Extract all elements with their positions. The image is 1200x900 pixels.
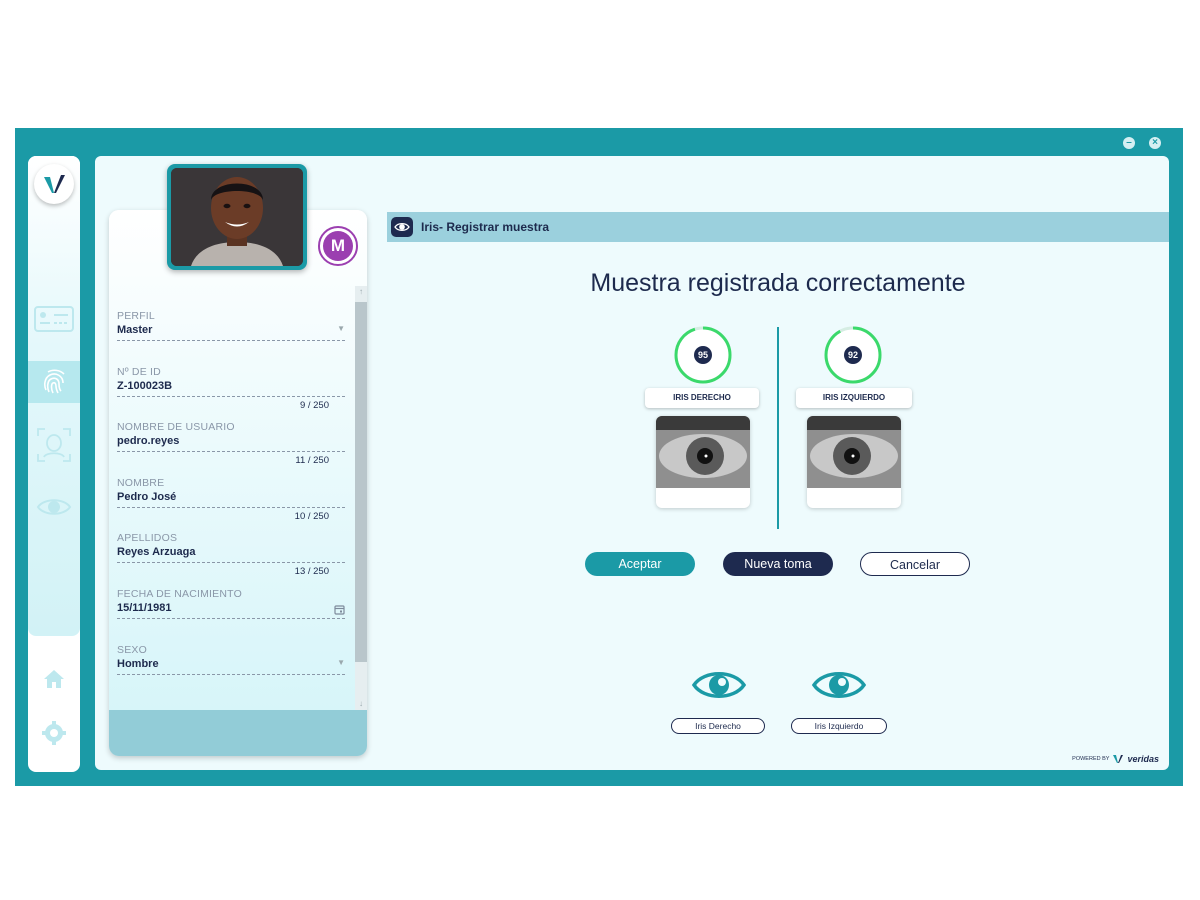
- eye-icon[interactable]: [28, 486, 80, 528]
- field-apellidos[interactable]: APELLIDOS Reyes Arzuaga 13 / 250: [117, 532, 345, 577]
- fingerprint-icon[interactable]: [28, 361, 80, 403]
- field-underline: [117, 674, 345, 675]
- field-value: pedro.reyes: [117, 435, 180, 447]
- profile-badge-letter: M: [323, 231, 353, 261]
- field-label: NOMBRE DE USUARIO: [117, 421, 235, 433]
- user-card-footer: [109, 710, 367, 756]
- field-value: Master: [117, 324, 153, 336]
- profile-badge: M: [318, 226, 358, 266]
- char-counter: 10 / 250: [294, 511, 329, 522]
- scrollbar-thumb[interactable]: [355, 302, 367, 662]
- field-underline: [117, 451, 345, 452]
- main-panel: ↑ ↓ PERFIL Master ▼ Nº DE ID Z-100023B 9…: [95, 156, 1169, 770]
- user-card: ↑ ↓ PERFIL Master ▼ Nº DE ID Z-100023B 9…: [109, 210, 367, 756]
- field-username[interactable]: NOMBRE DE USUARIO pedro.reyes 11 / 250: [117, 421, 345, 466]
- score-value: 95: [694, 346, 712, 364]
- field-fecha-nacimiento[interactable]: FECHA DE NACIMIENTO 15/11/1981: [117, 588, 345, 619]
- field-underline: [117, 340, 345, 341]
- eye-icon: [391, 217, 413, 237]
- iris-divider: [777, 327, 779, 529]
- id-card-icon[interactable]: [28, 298, 80, 340]
- field-label: FECHA DE NACIMIENTO: [117, 588, 242, 600]
- gear-icon[interactable]: [28, 712, 80, 754]
- scroll-down-icon[interactable]: ↓: [355, 698, 367, 710]
- field-label: APELLIDOS: [117, 532, 178, 544]
- app-logo: [34, 164, 74, 204]
- cancel-button[interactable]: Cancelar: [860, 552, 970, 576]
- char-counter: 13 / 250: [294, 566, 329, 577]
- nav-rail: [28, 156, 80, 772]
- iris-left-score-gauge: 92: [823, 325, 883, 385]
- field-underline: [117, 507, 345, 508]
- success-message: Muestra registrada correctamente: [590, 269, 966, 297]
- iris-right-image: [656, 416, 750, 508]
- iris-right-selector[interactable]: Iris Derecho: [671, 718, 765, 734]
- iris-left-image: [807, 416, 901, 508]
- iris-right-score-gauge: 95: [673, 325, 733, 385]
- field-value: Z-100023B: [117, 380, 173, 392]
- field-label: NOMBRE: [117, 477, 165, 489]
- eye-right-icon[interactable]: [691, 667, 747, 708]
- field-underline: [117, 396, 345, 397]
- eye-left-icon[interactable]: [811, 667, 867, 708]
- scroll-up-icon[interactable]: ↑: [355, 286, 367, 298]
- new-take-button[interactable]: Nueva toma: [723, 552, 833, 576]
- close-icon[interactable]: ×: [1149, 137, 1161, 149]
- app-window: – × ↑ ↓ PERFIL Master ▼ Nº DE ID Z-10002…: [15, 128, 1183, 786]
- powered-by-label: POWERED BY: [1072, 756, 1110, 762]
- home-icon[interactable]: [28, 658, 80, 700]
- field-label: SEXO: [117, 644, 147, 656]
- brand-logo-icon: [1113, 755, 1124, 763]
- calendar-icon[interactable]: [334, 602, 345, 620]
- field-label: Nº DE ID: [117, 366, 161, 378]
- field-nombre[interactable]: NOMBRE Pedro José 10 / 250: [117, 477, 345, 522]
- user-photo: [167, 164, 307, 270]
- dropdown-arrow-icon[interactable]: ▼: [337, 324, 345, 333]
- dropdown-arrow-icon[interactable]: ▼: [337, 658, 345, 667]
- section-title: Iris- Registrar muestra: [421, 220, 550, 234]
- field-value: Hombre: [117, 658, 159, 670]
- char-counter: 11 / 250: [295, 455, 329, 466]
- user-photo-image: [171, 168, 303, 266]
- scrollbar[interactable]: ↑ ↓: [355, 286, 367, 710]
- accept-button[interactable]: Aceptar: [585, 552, 695, 576]
- field-value: Reyes Arzuaga: [117, 546, 196, 558]
- field-sexo[interactable]: SEXO Hombre ▼: [117, 644, 345, 675]
- brand-name: veridas: [1127, 754, 1159, 764]
- nav-rail-top: [28, 156, 80, 636]
- iris-right-label: IRIS DERECHO: [645, 388, 759, 408]
- char-counter: 9 / 250: [299, 400, 329, 411]
- powered-by: POWERED BY veridas: [1072, 754, 1159, 764]
- field-underline: [117, 562, 345, 563]
- face-scan-icon[interactable]: [28, 424, 80, 466]
- field-underline: [117, 618, 345, 619]
- field-id[interactable]: Nº DE ID Z-100023B 9 / 250: [117, 366, 345, 411]
- score-value: 92: [844, 346, 862, 364]
- iris-left-selector[interactable]: Iris Izquierdo: [791, 718, 887, 734]
- field-value: Pedro José: [117, 491, 177, 503]
- iris-left-label: IRIS IZQUIERDO: [796, 388, 912, 408]
- field-perfil[interactable]: PERFIL Master ▼: [117, 310, 345, 341]
- minimize-icon[interactable]: –: [1123, 137, 1135, 149]
- section-header: Iris- Registrar muestra: [387, 212, 1169, 242]
- field-label: PERFIL: [117, 310, 155, 322]
- field-value: 15/11/1981: [117, 602, 172, 614]
